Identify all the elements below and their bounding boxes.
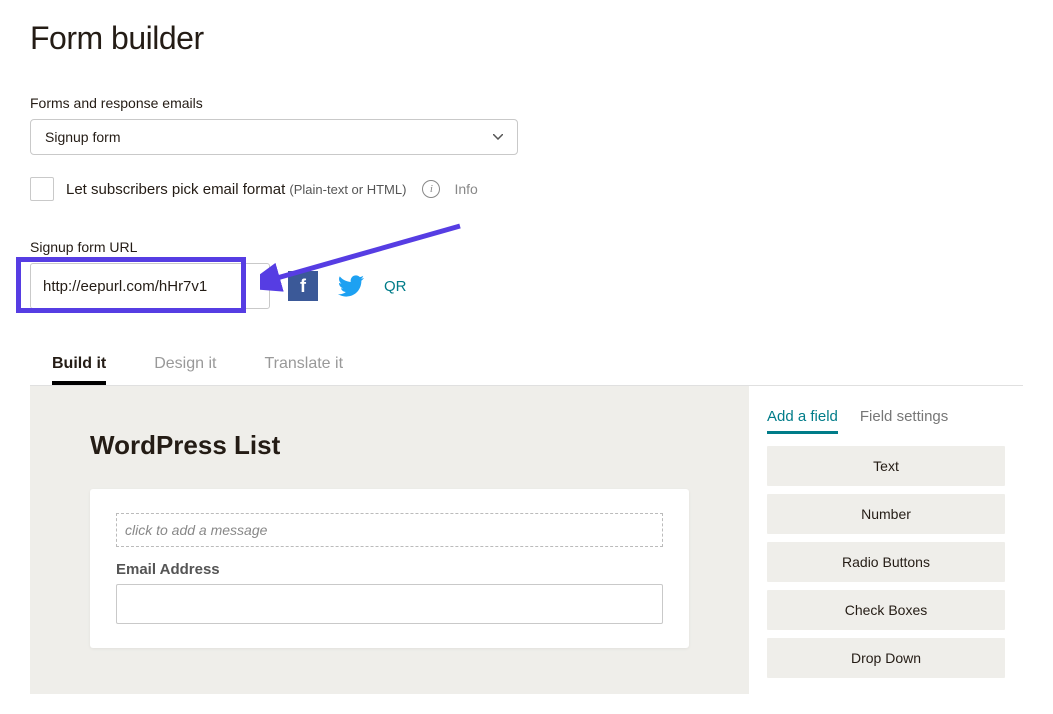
builder-canvas: WordPress List click to add a message Em… <box>30 386 749 694</box>
page-title: Form builder <box>30 20 1023 57</box>
forms-dropdown-value: Signup form <box>45 129 493 145</box>
field-type-text[interactable]: Text <box>767 446 1005 486</box>
tab-translate-it[interactable]: Translate it <box>264 347 343 385</box>
info-text: Info <box>454 181 477 197</box>
email-format-label: Let subscribers pick email format (Plain… <box>66 181 406 198</box>
tab-build-it[interactable]: Build it <box>52 347 106 385</box>
email-format-sublabel: (Plain-text or HTML) <box>289 182 406 197</box>
facebook-share-button[interactable]: f <box>288 271 318 301</box>
forms-dropdown-label: Forms and response emails <box>30 95 1023 111</box>
form-preview-card: click to add a message Email Address <box>90 489 689 648</box>
chevron-down-icon <box>493 132 503 143</box>
sidebar-tab-add-field[interactable]: Add a field <box>767 402 838 434</box>
field-type-number[interactable]: Number <box>767 494 1005 534</box>
field-type-dropdown[interactable]: Drop Down <box>767 638 1005 678</box>
email-address-input[interactable] <box>116 584 663 624</box>
tab-design-it[interactable]: Design it <box>154 347 216 385</box>
email-format-checkbox[interactable] <box>30 177 54 201</box>
email-address-label: Email Address <box>116 561 663 578</box>
qr-link[interactable]: QR <box>384 278 407 295</box>
field-type-radio[interactable]: Radio Buttons <box>767 542 1005 582</box>
info-icon[interactable]: i <box>422 180 440 198</box>
facebook-icon: f <box>300 276 306 297</box>
builder-tabs: Build it Design it Translate it <box>30 347 1023 385</box>
forms-dropdown[interactable]: Signup form <box>30 119 518 155</box>
twitter-icon <box>336 273 366 299</box>
form-preview-title[interactable]: WordPress List <box>90 430 689 461</box>
add-message-box[interactable]: click to add a message <box>116 513 663 547</box>
signup-url-label: Signup form URL <box>30 239 1023 255</box>
signup-url-input[interactable] <box>30 263 270 309</box>
twitter-share-button[interactable] <box>336 271 366 301</box>
builder-sidebar: Add a field Field settings Text Number R… <box>749 386 1023 694</box>
field-type-checkbox[interactable]: Check Boxes <box>767 590 1005 630</box>
sidebar-tab-field-settings[interactable]: Field settings <box>860 402 948 434</box>
